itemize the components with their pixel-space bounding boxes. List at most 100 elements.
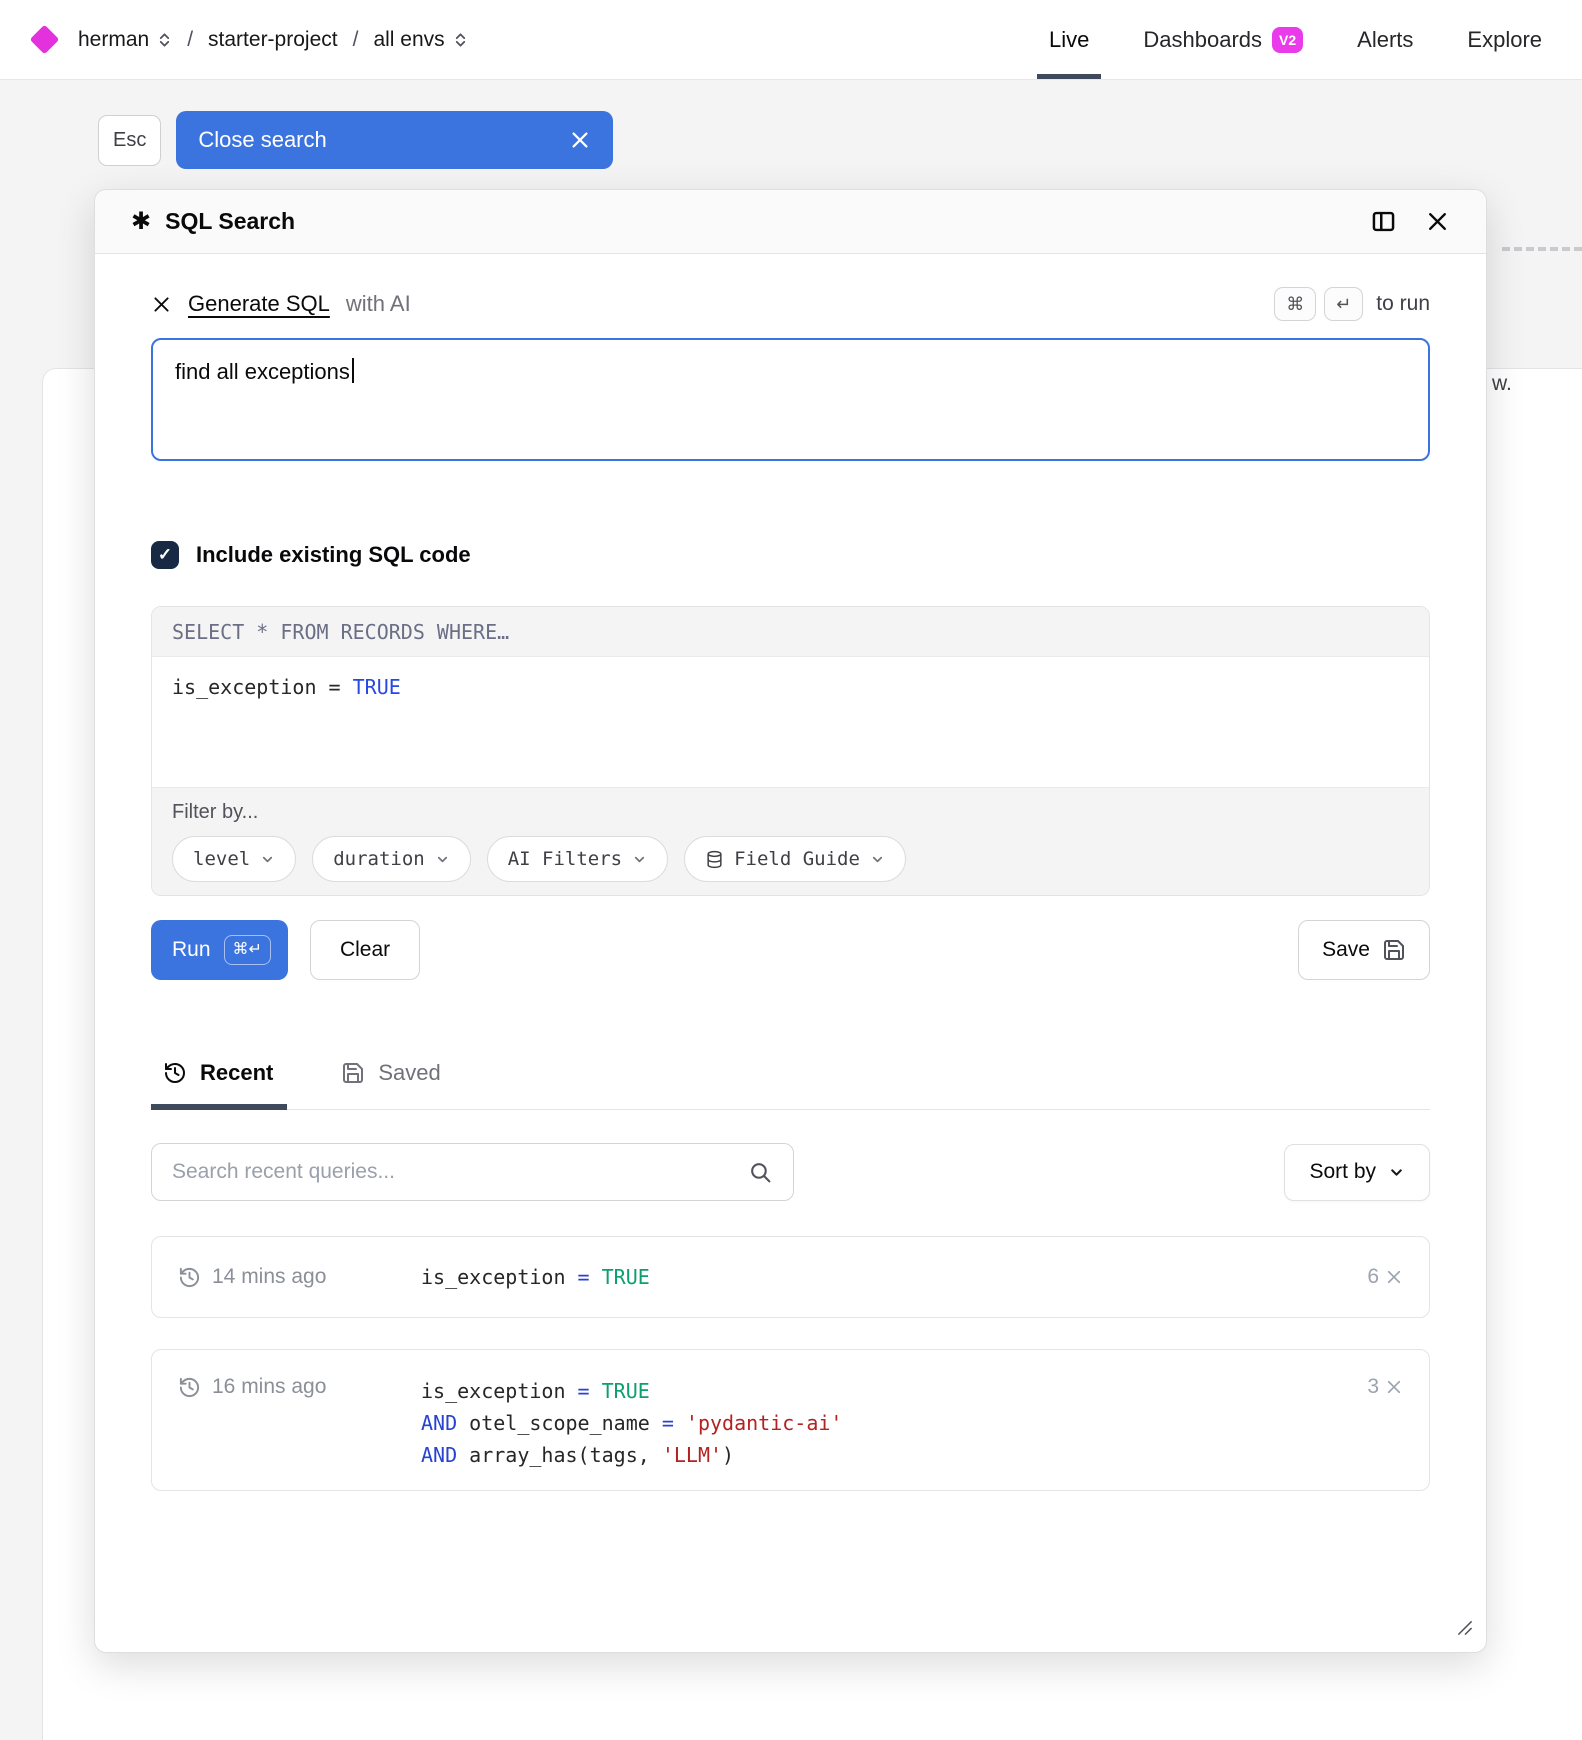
save-label: Save [1322, 938, 1370, 962]
remove-query-icon[interactable] [1385, 1268, 1403, 1286]
nav-item-explore[interactable]: Explore [1467, 0, 1542, 79]
nav-menu: Live Dashboards V2 Alerts Explore [1049, 0, 1542, 79]
tab-saved[interactable]: Saved [327, 1036, 454, 1109]
with-ai-label: with AI [346, 291, 411, 317]
nav-item-dashboards[interactable]: Dashboards V2 [1143, 0, 1303, 79]
history-icon [178, 1266, 201, 1289]
esc-key-hint[interactable]: Esc [98, 115, 161, 166]
enter-key: ↵ [1324, 287, 1363, 321]
sql-editor-code[interactable]: is_exception = TRUE [152, 657, 1429, 787]
nav-item-alerts[interactable]: Alerts [1357, 0, 1413, 79]
save-button[interactable]: Save [1298, 920, 1430, 980]
nav-label: Alerts [1357, 27, 1413, 53]
run-shortcut-hint: ⌘ ↵ to run [1274, 287, 1430, 321]
history-icon [163, 1061, 187, 1085]
run-label: Run [172, 938, 211, 962]
text-cursor [352, 358, 354, 383]
history-icon [178, 1376, 201, 1399]
sql-editor-placeholder: SELECT * FROM RECORDS WHERE… [152, 607, 1429, 657]
close-search-button[interactable]: Close search [176, 111, 613, 169]
database-icon [705, 850, 724, 869]
chip-label: AI Filters [508, 848, 622, 870]
v2-badge: V2 [1272, 27, 1303, 53]
query-run-count: 6 [1367, 1265, 1403, 1289]
nav-label: Explore [1467, 27, 1542, 53]
breadcrumb-project[interactable]: starter-project [208, 28, 338, 52]
org-name: herman [78, 28, 149, 52]
ai-prompt-value: find all exceptions [175, 359, 350, 384]
filter-chip-level[interactable]: level [172, 836, 296, 882]
chevron-down-icon [435, 852, 450, 867]
project-name: starter-project [208, 28, 338, 52]
timestamp-text: 14 mins ago [212, 1265, 326, 1289]
sql-editor: SELECT * FROM RECORDS WHERE… is_exceptio… [151, 606, 1430, 896]
query-run-count: 3 [1367, 1375, 1403, 1399]
breadcrumb: herman / starter-project / all envs [30, 28, 468, 52]
chevron-up-down-icon [453, 30, 468, 50]
count-value: 3 [1367, 1375, 1379, 1399]
query-sql: is_exception = TRUE [421, 1261, 650, 1293]
dismiss-generate-icon[interactable] [151, 294, 172, 315]
nav-label: Dashboards [1143, 27, 1262, 53]
chip-label: level [193, 848, 250, 870]
generate-sql-link[interactable]: Generate SQL [188, 291, 330, 317]
filter-by-label: Filter by... [172, 801, 1409, 824]
modal-title-text: SQL Search [165, 208, 295, 235]
chip-label: Field Guide [734, 848, 860, 870]
breadcrumb-separator: / [353, 28, 359, 52]
modal-title: ✱ SQL Search [131, 207, 295, 236]
to-run-label: to run [1376, 292, 1430, 316]
include-sql-checkbox-row[interactable]: ✓ Include existing SQL code [151, 541, 471, 569]
recent-search-box [151, 1143, 794, 1201]
chip-label: duration [333, 848, 425, 870]
run-button[interactable]: Run ⌘↵ [151, 920, 288, 980]
query-timestamp: 14 mins ago [178, 1265, 383, 1289]
include-sql-checkbox[interactable]: ✓ [151, 541, 179, 569]
sort-by-button[interactable]: Sort by [1284, 1144, 1430, 1201]
sql-editor-filters: Filter by... level duration AI Filters [152, 787, 1429, 895]
tab-label: Saved [378, 1060, 440, 1086]
include-sql-label: Include existing SQL code [196, 542, 471, 568]
filter-chip-ai-filters[interactable]: AI Filters [487, 836, 668, 882]
query-sql: is_exception = TRUE AND otel_scope_name … [421, 1375, 842, 1471]
breadcrumb-org[interactable]: herman [78, 28, 172, 52]
history-tabs: Recent Saved [151, 1036, 1430, 1110]
env-name: all envs [373, 28, 444, 52]
top-navigation: herman / starter-project / all envs Live… [0, 0, 1582, 80]
save-icon [341, 1061, 365, 1085]
close-search-banner: Esc Close search [98, 111, 613, 169]
close-icon [569, 129, 591, 151]
sort-by-label: Sort by [1309, 1160, 1376, 1184]
dock-to-side-icon[interactable] [1370, 208, 1397, 235]
resize-handle[interactable] [1455, 1618, 1474, 1642]
breadcrumb-env[interactable]: all envs [373, 28, 467, 52]
cmd-key: ⌘ [1274, 287, 1316, 321]
tab-label: Recent [200, 1060, 273, 1086]
chevron-down-icon [632, 852, 647, 867]
background-dashed-line [1502, 247, 1582, 251]
chevron-down-icon [1388, 1164, 1405, 1181]
modal-header: ✱ SQL Search [95, 190, 1486, 254]
close-modal-icon[interactable] [1425, 209, 1450, 234]
chevron-down-icon [260, 852, 275, 867]
clear-button[interactable]: Clear [310, 920, 420, 980]
logfire-logo-icon[interactable] [30, 25, 60, 55]
count-value: 6 [1367, 1265, 1379, 1289]
recent-query-row[interactable]: 14 mins ago is_exception = TRUE 6 [151, 1236, 1430, 1318]
modal-content: Generate SQL with AI ⌘ ↵ to run find all… [151, 254, 1430, 1652]
timestamp-text: 16 mins ago [212, 1375, 326, 1399]
remove-query-icon[interactable] [1385, 1378, 1403, 1396]
sql-search-star-icon: ✱ [131, 207, 151, 236]
nav-label: Live [1049, 27, 1089, 53]
nav-item-live[interactable]: Live [1049, 0, 1089, 79]
filter-chip-field-guide[interactable]: Field Guide [684, 836, 906, 882]
filter-chip-duration[interactable]: duration [312, 836, 471, 882]
search-icon[interactable] [748, 1160, 773, 1185]
tab-recent[interactable]: Recent [151, 1036, 287, 1109]
chevron-up-down-icon [157, 30, 172, 50]
close-search-label: Close search [198, 127, 326, 153]
sql-search-modal: ✱ SQL Search Generate SQL with AI ⌘ ↵ to… [94, 189, 1487, 1653]
recent-search-input[interactable] [172, 1160, 748, 1184]
ai-prompt-input[interactable]: find all exceptions [151, 338, 1430, 461]
recent-query-row[interactable]: 16 mins ago is_exception = TRUE AND otel… [151, 1349, 1430, 1491]
